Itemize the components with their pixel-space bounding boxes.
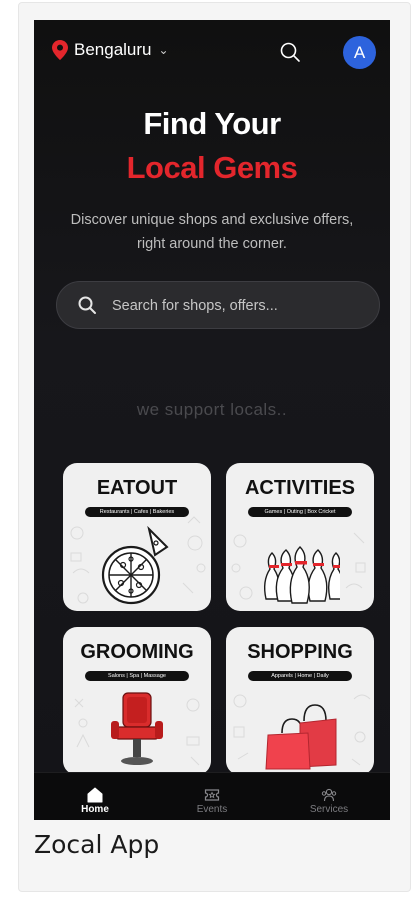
nav-label: Home <box>81 804 109 815</box>
avatar[interactable]: A <box>343 36 376 69</box>
category-title: GROOMING <box>80 641 194 663</box>
nav-services[interactable]: Services <box>270 773 388 820</box>
category-subtitle: Apparels | Home | Daily <box>248 671 352 681</box>
barber-chair-icon <box>111 692 163 765</box>
hero-title-highlight: Local Gems <box>126 150 298 185</box>
category-title: ACTIVITIES <box>244 477 355 499</box>
category-card-shopping[interactable]: SHOPPING Apparels | Home | Daily <box>226 627 374 775</box>
caption: Zocal App <box>34 830 160 859</box>
nav-events[interactable]: Events <box>153 773 271 820</box>
hero-title: Find Your <box>143 106 281 141</box>
location-selector[interactable]: Bengaluru ⌄ <box>52 40 169 60</box>
search-icon <box>78 296 96 314</box>
search-input[interactable] <box>110 282 364 330</box>
pizza-icon <box>101 525 169 605</box>
bowling-pins-icon <box>263 546 340 604</box>
nav-label: Services <box>309 804 349 815</box>
category-subtitle: Salons | Spa | Massage <box>85 671 189 681</box>
top-bar: Bengaluru ⌄ A <box>34 20 390 84</box>
category-subtitle: Restaurants | Cafes | Bakeries <box>85 507 189 517</box>
category-subtitle: Games | Outing | Box Cricket <box>248 507 352 517</box>
ticket-icon <box>204 789 220 801</box>
app-screen: Bengaluru ⌄ A Find Your Local Gems Disco… <box>34 20 390 820</box>
search-icon[interactable] <box>279 41 301 63</box>
nav-home[interactable]: Home <box>36 773 154 820</box>
category-card-activities[interactable]: ACTIVITIES Games | Outing | Box Cricket <box>226 463 374 611</box>
avatar-initial: A <box>353 42 366 62</box>
hero-subtitle: Discover unique shops and exclusive offe… <box>70 212 354 252</box>
tagline: we support locals.. <box>136 400 288 419</box>
location-pin-icon <box>52 40 68 60</box>
category-card-eatout[interactable]: EATOUT Restaurants | Cafes | Bakeries <box>63 463 211 611</box>
chevron-down-icon: ⌄ <box>158 43 169 57</box>
shopping-bags-icon <box>265 704 337 770</box>
nav-label: Events <box>196 804 228 815</box>
category-card-grooming[interactable]: GROOMING Salons | Spa | Massage <box>63 627 211 775</box>
category-title: EATOUT <box>96 477 178 499</box>
users-icon <box>321 788 337 802</box>
search-bar[interactable] <box>56 281 380 330</box>
category-title: SHOPPING <box>247 641 353 663</box>
home-icon <box>87 787 103 803</box>
bottom-navigation: Home Events Services <box>34 772 390 820</box>
location-label: Bengaluru <box>74 40 152 59</box>
